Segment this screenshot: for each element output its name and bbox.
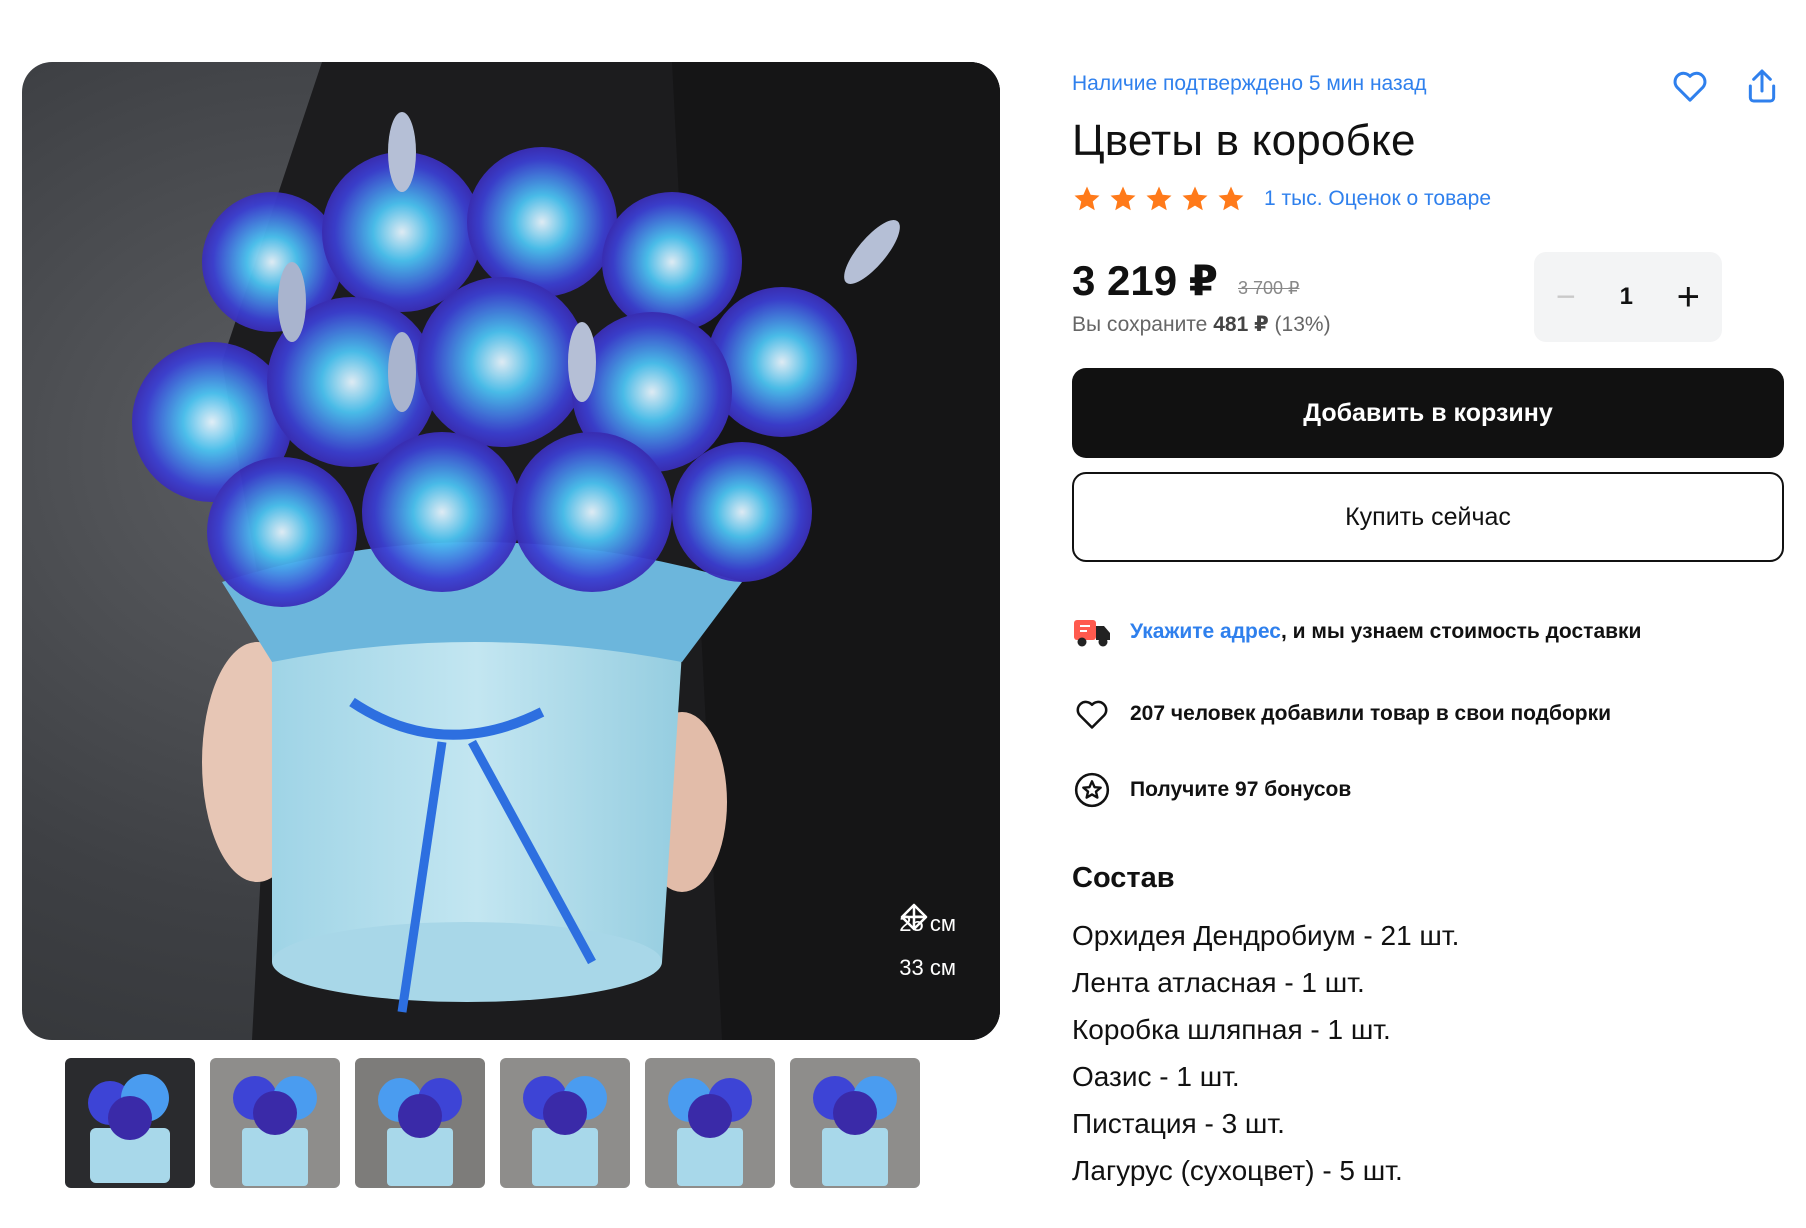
composition-item: Коробка шляпная - 1 шт. <box>1072 1014 1391 1045</box>
star-icon <box>1218 186 1244 211</box>
thumbnail[interactable] <box>65 1058 195 1188</box>
star-icon <box>1110 186 1136 211</box>
delivery-truck-icon <box>1072 612 1112 652</box>
favorite-button[interactable] <box>1666 62 1714 110</box>
add-to-cart-button[interactable]: Добавить в корзину <box>1072 368 1784 458</box>
product-main-image[interactable]: 25 см 33 см <box>22 62 1000 1040</box>
thumbnail[interactable] <box>355 1058 485 1188</box>
savings-percent: (13%) <box>1274 313 1331 336</box>
height-value: 33 см <box>899 955 956 980</box>
quantity-stepper: − 1 + <box>1534 252 1722 342</box>
composition-item: Лента атласная - 1 шт. <box>1072 967 1365 998</box>
composition-title: Состав <box>1072 862 1175 894</box>
star-icon <box>1146 186 1172 211</box>
rating: 1 тыс. Оценок о товаре <box>1072 184 1491 214</box>
quantity-increase-button[interactable]: + <box>1677 275 1700 320</box>
star-icon <box>1074 186 1100 211</box>
product-title: Цветы в коробке <box>1072 116 1416 165</box>
thumbnail[interactable] <box>210 1058 340 1188</box>
delivery-info: Укажите адрес , и мы узнаем стоимость до… <box>1072 612 1641 652</box>
bouquet-illustration <box>132 62 1000 1040</box>
rating-stars <box>1072 184 1246 214</box>
quantity-decrease-button[interactable]: − <box>1556 278 1576 317</box>
thumbnail[interactable] <box>790 1058 920 1188</box>
bonus-info: Получите 97 бонусов <box>1072 770 1351 810</box>
reviews-link[interactable]: 1 тыс. Оценок о товаре <box>1264 187 1491 211</box>
favorites-text: 207 человек добавили товар в свои подбор… <box>1130 702 1612 725</box>
availability-status: Наличие подтверждено 5 мин назад <box>1072 72 1427 95</box>
height-dimension: 33 см <box>899 903 956 990</box>
bonus-star-icon <box>1072 770 1112 810</box>
thumbnail[interactable] <box>645 1058 775 1188</box>
star-icon <box>1182 186 1208 211</box>
height-arrows-icon <box>907 903 922 931</box>
delivery-text: , и мы узнаем стоимость доставки <box>1280 620 1642 643</box>
composition-item: Пистация - 3 шт. <box>1072 1108 1285 1139</box>
share-icon <box>1748 69 1776 103</box>
savings-amount: 481 ₽ <box>1213 313 1269 336</box>
quantity-value[interactable]: 1 <box>1620 283 1633 311</box>
composition-list: Орхидея Дендробиум - 21 шт. Лента атласн… <box>1072 912 1459 1194</box>
heart-icon <box>1673 71 1707 102</box>
composition-item: Лагурус (сухоцвет) - 5 шт. <box>1072 1155 1403 1186</box>
dimensions-overlay: 25 см 33 см <box>899 902 956 990</box>
bonus-text: Получите 97 бонусов <box>1130 778 1352 801</box>
buy-now-button[interactable]: Купить сейчас <box>1072 472 1784 562</box>
share-button[interactable] <box>1738 62 1786 110</box>
heart-outline-icon <box>1072 694 1112 734</box>
delivery-address-link[interactable]: Укажите адрес <box>1130 620 1281 644</box>
savings-text: Вы сохраните 481 ₽ (13%) <box>1072 312 1331 337</box>
thumbnail-strip <box>65 1058 920 1188</box>
favorites-info: 207 человек добавили товар в свои подбор… <box>1072 694 1611 734</box>
old-price: 3 700 ₽ <box>1238 278 1300 298</box>
thumbnail[interactable] <box>500 1058 630 1188</box>
composition-item: Оазис - 1 шт. <box>1072 1061 1240 1092</box>
savings-prefix: Вы сохраните <box>1072 313 1208 336</box>
current-price: 3 219 ₽ <box>1072 257 1218 304</box>
composition-item: Орхидея Дендробиум - 21 шт. <box>1072 920 1460 951</box>
